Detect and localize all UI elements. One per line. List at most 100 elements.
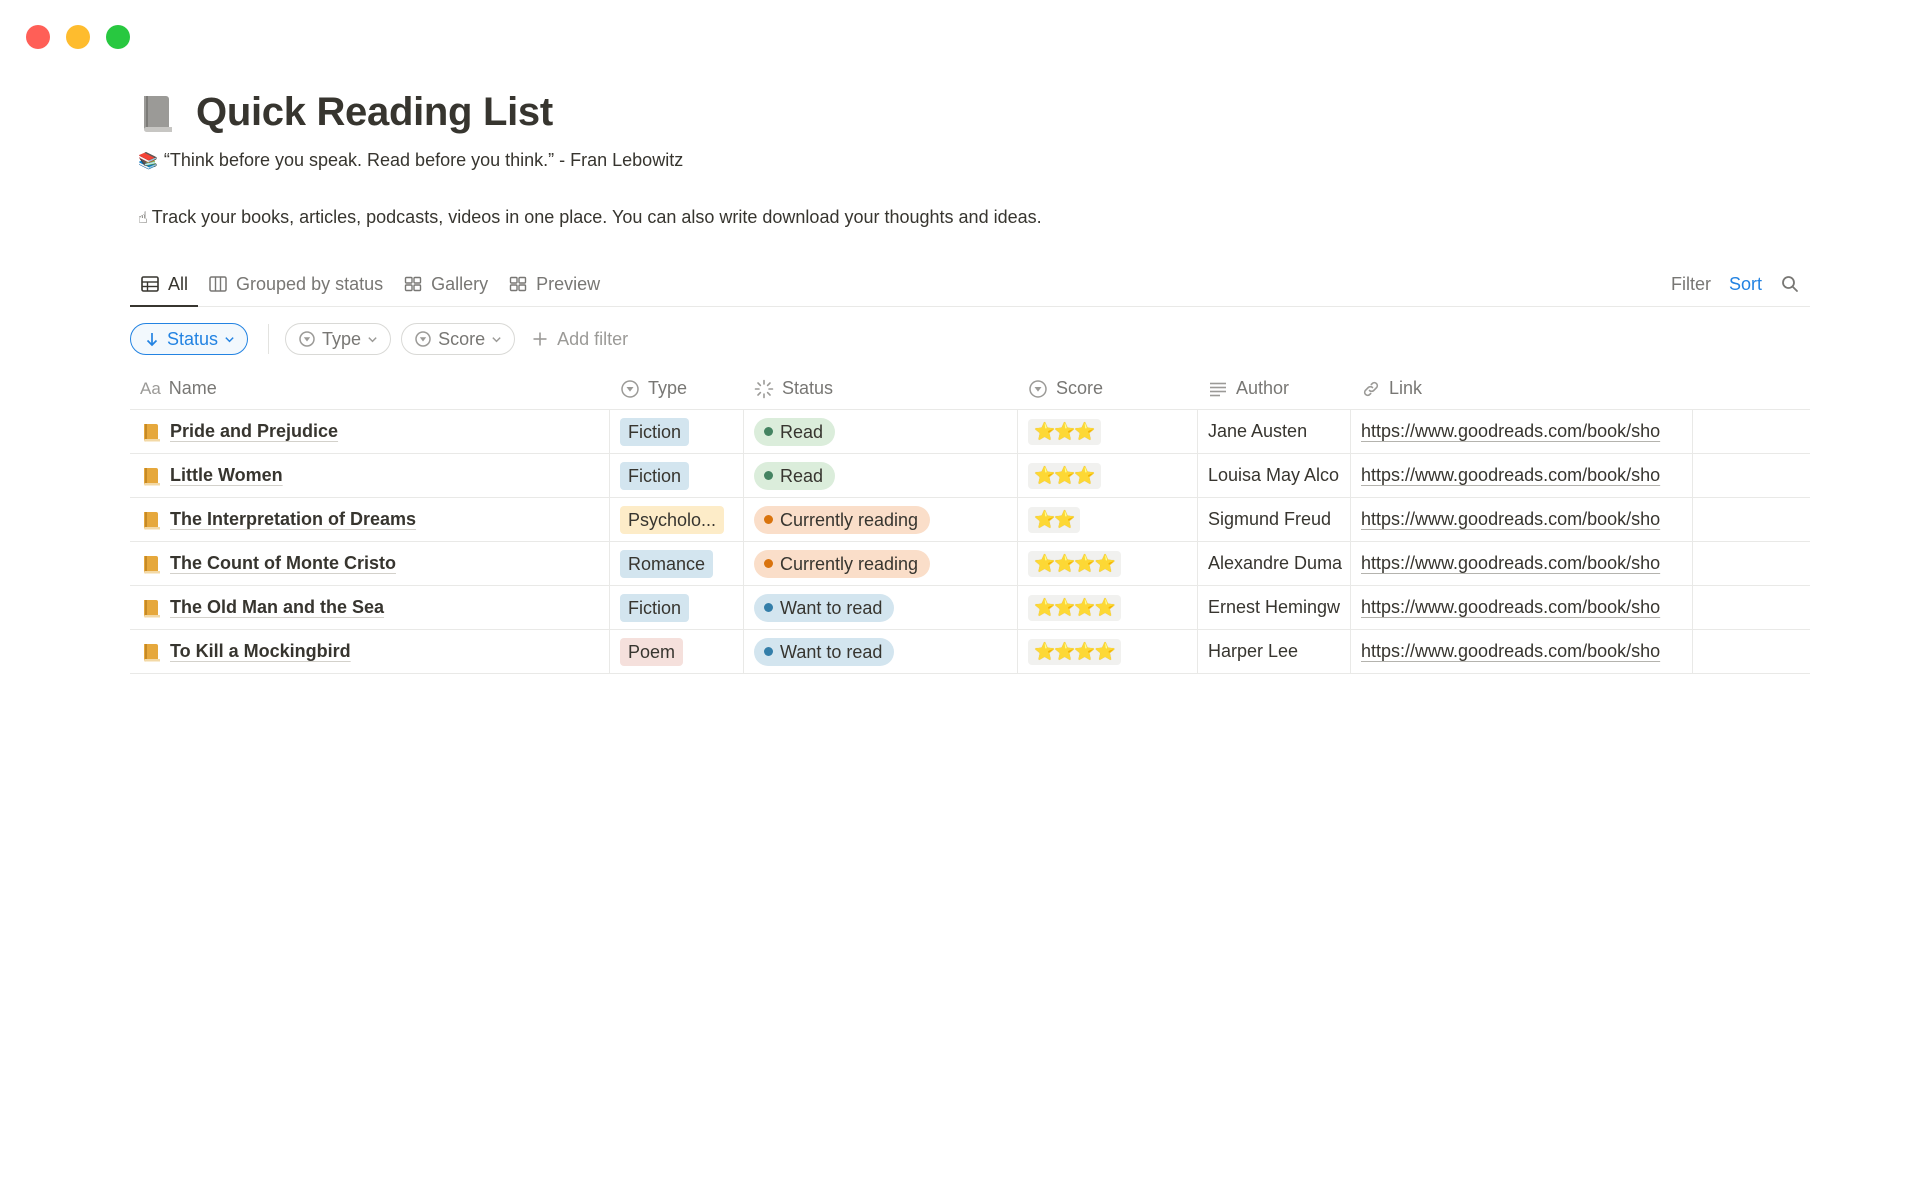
- cell-type[interactable]: Fiction: [610, 410, 744, 453]
- goodreads-link[interactable]: https://www.goodreads.com/book/sho: [1361, 465, 1660, 486]
- cell-score[interactable]: ⭐⭐⭐⭐: [1018, 630, 1198, 673]
- table-row[interactable]: The Old Man and the Sea Fiction Want to re…: [130, 586, 1810, 630]
- cell-author[interactable]: Sigmund Freud: [1198, 498, 1351, 541]
- cell-status[interactable]: Currently reading: [744, 542, 1018, 585]
- cell-author[interactable]: Ernest Hemingw: [1198, 586, 1351, 629]
- cell-status[interactable]: Read: [744, 454, 1018, 497]
- cell-type[interactable]: Romance: [610, 542, 744, 585]
- cell-status[interactable]: Want to read: [744, 630, 1018, 673]
- filter-button[interactable]: Filter: [1671, 274, 1711, 295]
- goodreads-link[interactable]: https://www.goodreads.com/book/sho: [1361, 553, 1660, 574]
- cell-author[interactable]: Alexandre Duma: [1198, 542, 1351, 585]
- description-line: ☝ Track your books, articles, podcasts, …: [138, 207, 1042, 228]
- book-title-link[interactable]: The Old Man and the Sea: [170, 597, 384, 618]
- column-header-link[interactable]: Link: [1351, 368, 1693, 409]
- table-row[interactable]: Little Women Fiction Read ⭐⭐⭐ Louisa May Alc…: [130, 454, 1810, 498]
- table-row[interactable]: Pride and Prejudice Fiction Read ⭐⭐⭐ Jane Au…: [130, 410, 1810, 454]
- type-tag: Romance: [620, 549, 714, 578]
- status-label: Read: [780, 421, 824, 442]
- book-title-link[interactable]: The Count of Monte Cristo: [170, 553, 396, 574]
- cell-score[interactable]: ⭐⭐⭐: [1018, 454, 1198, 497]
- cell-type[interactable]: Psycholo...: [610, 498, 744, 541]
- book-icon: [144, 511, 160, 530]
- cell-status[interactable]: Currently reading: [744, 498, 1018, 541]
- view-tabs-bar: All Grouped by status Gallery Preview Fi…: [130, 262, 1810, 307]
- book-title-link[interactable]: The Interpretation of Dreams: [170, 509, 416, 530]
- cell-name[interactable]: The Old Man and the Sea: [130, 586, 610, 629]
- table-row[interactable]: The Interpretation of Dreams Psycholo... C…: [130, 498, 1810, 542]
- cell-name[interactable]: To Kill a Mockingbird: [130, 630, 610, 673]
- cell-score[interactable]: ⭐⭐⭐⭐: [1018, 542, 1198, 585]
- text-property-icon: Aa: [140, 378, 161, 398]
- tab-all[interactable]: All: [130, 262, 199, 307]
- goodreads-link[interactable]: https://www.goodreads.com/book/sho: [1361, 509, 1660, 530]
- status-loader-icon: [754, 379, 774, 398]
- tab-gallery[interactable]: Gallery: [393, 262, 498, 306]
- status-dot: [764, 515, 773, 524]
- status-label: Currently reading: [780, 509, 919, 530]
- tab-all-label: All: [168, 273, 189, 294]
- tab-grouped-label: Grouped by status: [236, 273, 384, 294]
- cell-link[interactable]: https://www.goodreads.com/book/sho: [1351, 586, 1693, 629]
- goodreads-link[interactable]: https://www.goodreads.com/book/sho: [1361, 421, 1660, 442]
- cell-link[interactable]: https://www.goodreads.com/book/sho: [1351, 454, 1693, 497]
- quote-line: 📚 “Think before you speak. Read before y…: [138, 150, 683, 171]
- goodreads-link[interactable]: https://www.goodreads.com/book/sho: [1361, 641, 1660, 662]
- cell-author[interactable]: Harper Lee: [1198, 630, 1351, 673]
- cell-link[interactable]: https://www.goodreads.com/book/sho: [1351, 542, 1693, 585]
- status-label: Want to read: [780, 597, 883, 618]
- cell-link[interactable]: https://www.goodreads.com/book/sho: [1351, 498, 1693, 541]
- column-header-status[interactable]: Status: [744, 368, 1018, 409]
- column-header-author[interactable]: Author: [1198, 368, 1351, 409]
- table-row[interactable]: To Kill a Mockingbird Poem Want to read ⭐⭐⭐…: [130, 630, 1810, 674]
- text-lines-icon: [1210, 382, 1226, 396]
- cell-name[interactable]: Little Women: [130, 454, 610, 497]
- cell-type[interactable]: Poem: [610, 630, 744, 673]
- tab-grouped-by-status[interactable]: Grouped by status: [198, 262, 393, 306]
- minimize-window-button[interactable]: [66, 25, 90, 49]
- chevron-down-icon: [225, 336, 234, 342]
- search-icon[interactable]: [1780, 274, 1800, 294]
- title-row: Quick Reading List: [138, 90, 553, 135]
- cell-type[interactable]: Fiction: [610, 586, 744, 629]
- book-title-link[interactable]: Little Women: [170, 465, 283, 486]
- tab-gallery-label: Gallery: [431, 273, 489, 294]
- cell-link[interactable]: https://www.goodreads.com/book/sho: [1351, 410, 1693, 453]
- type-filter-chip[interactable]: Type: [285, 323, 392, 355]
- cell-score[interactable]: ⭐⭐⭐⭐: [1018, 586, 1198, 629]
- status-badge: Want to read: [754, 593, 895, 622]
- cell-link[interactable]: https://www.goodreads.com/book/sho: [1351, 630, 1693, 673]
- score-filter-chip[interactable]: Score: [401, 323, 516, 355]
- column-header-name[interactable]: Aa Name: [130, 368, 610, 409]
- type-tag: Fiction: [620, 417, 690, 446]
- book-title-link[interactable]: To Kill a Mockingbird: [170, 641, 351, 662]
- cell-name[interactable]: The Interpretation of Dreams: [130, 498, 610, 541]
- goodreads-link[interactable]: https://www.goodreads.com/book/sho: [1361, 597, 1660, 618]
- cell-status[interactable]: Want to read: [744, 586, 1018, 629]
- chevron-down-icon: [368, 336, 377, 342]
- cell-author[interactable]: Jane Austen: [1198, 410, 1351, 453]
- cell-type[interactable]: Fiction: [610, 454, 744, 497]
- tab-preview[interactable]: Preview: [498, 262, 610, 306]
- book-title-link[interactable]: Pride and Prejudice: [170, 421, 338, 442]
- column-header-score[interactable]: Score: [1018, 368, 1198, 409]
- sort-button[interactable]: Sort: [1729, 274, 1762, 295]
- cell-name[interactable]: Pride and Prejudice: [130, 410, 610, 453]
- cell-score[interactable]: ⭐⭐: [1018, 498, 1198, 541]
- cell-score[interactable]: ⭐⭐⭐: [1018, 410, 1198, 453]
- cell-author[interactable]: Louisa May Alco: [1198, 454, 1351, 497]
- status-badge: Read: [754, 461, 836, 490]
- zoom-window-button[interactable]: [106, 25, 130, 49]
- book-icon: [144, 467, 160, 486]
- star-rating: ⭐⭐⭐⭐: [1028, 638, 1121, 665]
- cell-name[interactable]: The Count of Monte Cristo: [130, 542, 610, 585]
- add-filter-button[interactable]: Add filter: [525, 329, 628, 350]
- cell-empty: [1693, 454, 1810, 497]
- book-page-icon[interactable]: [138, 92, 178, 134]
- table-row[interactable]: The Count of Monte Cristo Romance Currentl…: [130, 542, 1810, 586]
- cell-status[interactable]: Read: [744, 410, 1018, 453]
- column-header-type[interactable]: Type: [610, 368, 744, 409]
- page-title[interactable]: Quick Reading List: [196, 90, 553, 135]
- close-window-button[interactable]: [26, 25, 50, 49]
- status-sort-chip[interactable]: Status: [130, 323, 249, 355]
